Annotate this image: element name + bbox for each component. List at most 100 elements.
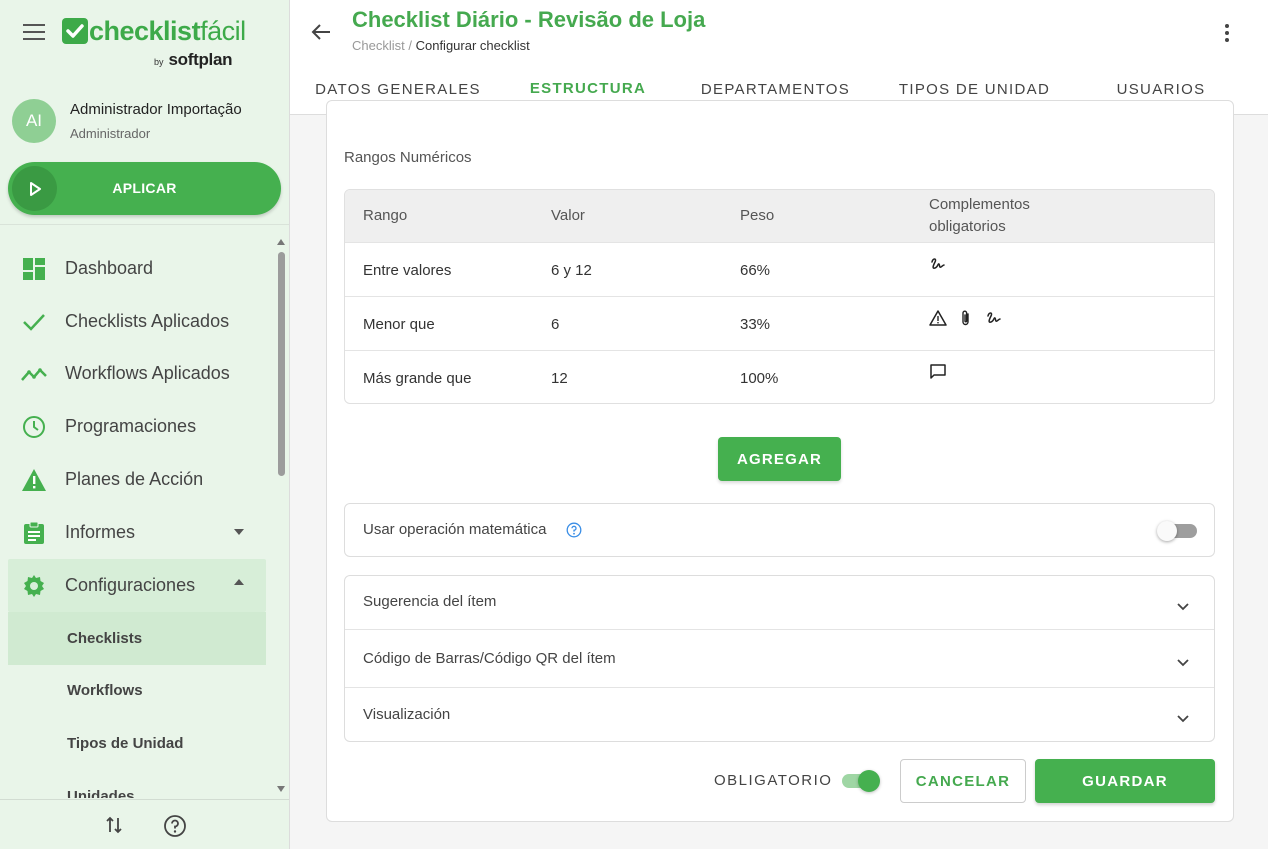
cell-rango: Menor que bbox=[363, 315, 435, 333]
cell-complementos bbox=[929, 255, 947, 273]
help-circle-icon[interactable] bbox=[163, 814, 187, 838]
brand-name-bold: checklist bbox=[89, 16, 201, 46]
brand-partner: softplan bbox=[168, 50, 233, 69]
user-name: Administrador Importação bbox=[70, 101, 242, 118]
cell-peso: 100% bbox=[740, 369, 779, 387]
sidebar-item-label: Workflows Aplicados bbox=[65, 363, 230, 383]
column-header-complementos-line2: obligatorios bbox=[929, 218, 1006, 235]
accordion-label: Sugerencia del ítem bbox=[363, 593, 497, 610]
sidebar-subitem-workflows[interactable]: Workflows bbox=[8, 664, 266, 717]
page-header: Checklist Diário - Revisão de Loja Check… bbox=[290, 0, 1268, 115]
page-title: Checklist Diário - Revisão de Loja bbox=[352, 7, 706, 32]
cell-complementos bbox=[929, 363, 947, 381]
cell-rango: Más grande que bbox=[363, 369, 472, 387]
brand-name-thin: fácil bbox=[200, 16, 246, 46]
accordion-item-codigo-barras[interactable]: Código de Barras/Código QR del ítem bbox=[345, 630, 1214, 688]
sidebar-item-programaciones[interactable]: Programaciones bbox=[8, 400, 266, 453]
sidebar-footer bbox=[0, 799, 289, 849]
table-row[interactable]: Más grande que 12 100% bbox=[345, 350, 1214, 403]
back-arrow-icon[interactable] bbox=[310, 21, 332, 43]
cell-rango: Entre valores bbox=[363, 261, 452, 279]
avatar[interactable]: AI bbox=[12, 99, 56, 143]
menu-icon[interactable] bbox=[23, 24, 45, 40]
chevron-down-icon bbox=[1174, 710, 1192, 728]
dashboard-icon bbox=[21, 256, 47, 282]
sidebar-header: checklistfácil by softplan AI Administrad… bbox=[0, 0, 289, 225]
warning-icon bbox=[21, 467, 47, 493]
cell-complementos bbox=[929, 309, 1003, 327]
accordion-label: Visualización bbox=[363, 706, 451, 723]
clipboard-icon bbox=[21, 520, 47, 546]
apply-button[interactable]: APLICAR bbox=[8, 162, 281, 215]
accordion-item-visualizacion[interactable]: Visualización bbox=[345, 688, 1214, 742]
attachment-icon bbox=[957, 309, 975, 327]
gear-icon bbox=[21, 573, 47, 599]
sidebar-item-checklists-aplicados[interactable]: Checklists Aplicados bbox=[8, 295, 266, 348]
breadcrumb-separator: / bbox=[404, 38, 416, 53]
item-options-accordion: Sugerencia del ítem Código de Barras/Cód… bbox=[344, 575, 1215, 742]
help-icon[interactable] bbox=[566, 522, 582, 538]
table-row[interactable]: Menor que 6 33% bbox=[345, 296, 1214, 350]
sidebar-item-informes[interactable]: Informes bbox=[8, 506, 266, 559]
mandatory-toggle[interactable] bbox=[842, 769, 882, 793]
clock-icon bbox=[21, 414, 47, 440]
scroll-down-icon[interactable] bbox=[277, 786, 285, 792]
breadcrumb-current: Configurar checklist bbox=[415, 38, 530, 53]
sidebar-subitem-tipos-de-unidad[interactable]: Tipos de Unidad bbox=[8, 717, 266, 770]
more-vert-icon[interactable] bbox=[1220, 22, 1234, 44]
math-operation-label: Usar operación matemática bbox=[363, 521, 547, 538]
sidebar: checklistfácil by softplan AI Administrad… bbox=[0, 0, 290, 849]
cell-valor: 12 bbox=[551, 369, 568, 387]
sidebar-item-label: Configuraciones bbox=[65, 575, 196, 595]
scrollbar-thumb[interactable] bbox=[278, 252, 285, 476]
mandatory-label: OBLIGATORIO bbox=[714, 772, 833, 789]
column-header-rango: Rango bbox=[363, 207, 408, 224]
signature-icon bbox=[985, 309, 1003, 327]
cell-peso: 33% bbox=[740, 315, 771, 333]
accordion-label: Código de Barras/Código QR del ítem bbox=[363, 650, 616, 667]
column-header-complementos: Complementos obligatorios bbox=[929, 190, 1030, 242]
sidebar-item-label: Programaciones bbox=[65, 416, 197, 436]
sidebar-subitem-checklists[interactable]: Checklists bbox=[8, 612, 266, 665]
table-row[interactable]: Entre valores 6 y 12 66% bbox=[345, 242, 1214, 296]
math-operation-toggle[interactable] bbox=[1157, 521, 1197, 541]
swap-vertical-icon[interactable] bbox=[103, 814, 125, 836]
sidebar-scrollbar[interactable] bbox=[276, 236, 286, 798]
breadcrumb-root[interactable]: Checklist bbox=[352, 38, 405, 53]
accordion-item-sugerencia[interactable]: Sugerencia del ítem bbox=[345, 576, 1214, 630]
check-icon bbox=[21, 309, 47, 335]
user-role: Administrador bbox=[70, 126, 151, 141]
apply-button-label: APLICAR bbox=[112, 180, 177, 196]
chevron-up-icon bbox=[234, 579, 244, 585]
signature-icon bbox=[929, 255, 947, 273]
chevron-down-icon bbox=[234, 529, 244, 535]
brand-logo: checklistfácil by softplan bbox=[62, 16, 246, 69]
cell-peso: 66% bbox=[740, 261, 771, 279]
sidebar-item-label: Checklists Aplicados bbox=[65, 311, 230, 331]
warning-icon bbox=[929, 309, 947, 327]
brand-by: by bbox=[154, 57, 164, 67]
chevron-down-icon bbox=[1174, 654, 1192, 672]
sidebar-subitem-unidades[interactable]: Unidades bbox=[8, 770, 266, 798]
sidebar-item-dashboard[interactable]: Dashboard bbox=[8, 242, 266, 295]
add-range-button[interactable]: AGREGAR bbox=[718, 437, 841, 481]
sidebar-item-label: Planes de Acción bbox=[65, 469, 204, 489]
breadcrumb: Checklist / Configurar checklist bbox=[352, 38, 530, 53]
cell-valor: 6 bbox=[551, 315, 560, 333]
scroll-up-icon[interactable] bbox=[277, 239, 285, 245]
sidebar-item-label: Informes bbox=[65, 522, 136, 542]
trending-icon bbox=[21, 361, 47, 387]
sidebar-item-workflows-aplicados[interactable]: Workflows Aplicados bbox=[8, 347, 266, 400]
logo-check-icon bbox=[62, 18, 88, 44]
ranges-section-label: Rangos Numéricos bbox=[344, 149, 472, 166]
sidebar-item-configuraciones[interactable]: Configuraciones bbox=[8, 559, 266, 612]
ranges-table: Rango Valor Peso Complementos obligatori… bbox=[344, 189, 1215, 404]
comment-icon bbox=[929, 363, 947, 381]
cancel-button[interactable]: CANCELAR bbox=[900, 759, 1026, 803]
sidebar-item-planes-de-accion[interactable]: Planes de Acción bbox=[8, 453, 266, 506]
save-button[interactable]: GUARDAR bbox=[1035, 759, 1215, 803]
sidebar-item-label: Dashboard bbox=[65, 258, 154, 278]
table-header: Rango Valor Peso Complementos obligatori… bbox=[345, 190, 1214, 242]
cell-valor: 6 y 12 bbox=[551, 261, 592, 279]
chevron-down-icon bbox=[1174, 598, 1192, 616]
